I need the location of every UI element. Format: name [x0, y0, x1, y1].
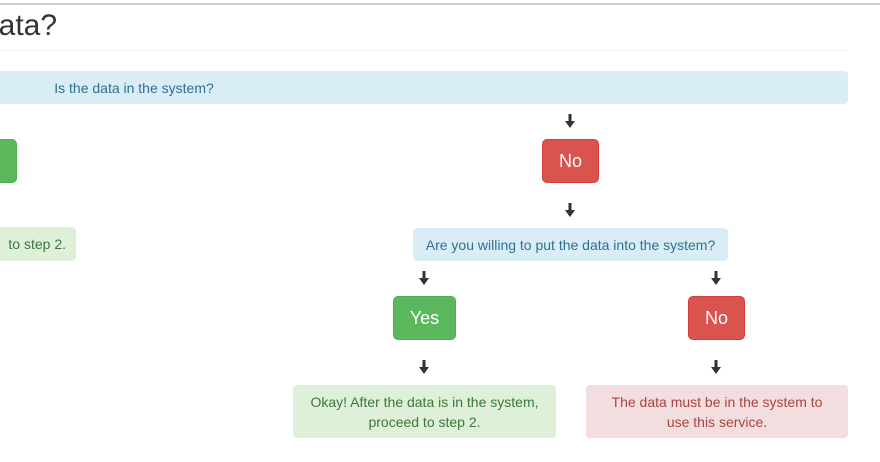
top-border [0, 3, 880, 5]
header-divider [0, 50, 848, 51]
page-title-text: lata? [0, 9, 58, 42]
no-button-main-label: No [558, 150, 582, 171]
question-willing-to-put-data: Are you willing to put the data into the… [413, 228, 728, 261]
proceed-result-line-2: proceed to step 2. [368, 413, 481, 430]
question-is-data-in-system: Is the data in the system? [0, 71, 848, 104]
proceed-result-line-1: Okay! After the data is in the system, [310, 393, 539, 410]
yes-button-left[interactable] [0, 139, 17, 183]
proceed-step-2-box: Okay! After the data is in the system, p… [293, 385, 556, 438]
question-1-text: Is the data in the system? [54, 79, 214, 96]
arrow-down-icon [711, 271, 721, 285]
data-required-box: The data must be in the system to use th… [586, 385, 848, 438]
no-button[interactable]: No [688, 296, 745, 340]
yes-button-label: Yes [409, 307, 440, 328]
proceed-step-2-left-text: to step 2. [8, 236, 66, 252]
yes-button[interactable]: Yes [393, 296, 456, 340]
proceed-step-2-box-left: to step 2. [0, 227, 76, 261]
arrow-down-icon [565, 114, 575, 128]
arrow-down-icon [419, 360, 429, 374]
data-required-line-2: use this service. [666, 413, 768, 430]
arrow-down-icon [565, 203, 575, 217]
no-button-main[interactable]: No [542, 139, 599, 183]
arrow-down-icon [419, 271, 429, 285]
arrow-down-icon [711, 360, 721, 374]
no-button-label: No [704, 307, 728, 328]
data-required-line-1: The data must be in the system to [611, 393, 823, 410]
question-2-text: Are you willing to put the data into the… [425, 236, 716, 253]
